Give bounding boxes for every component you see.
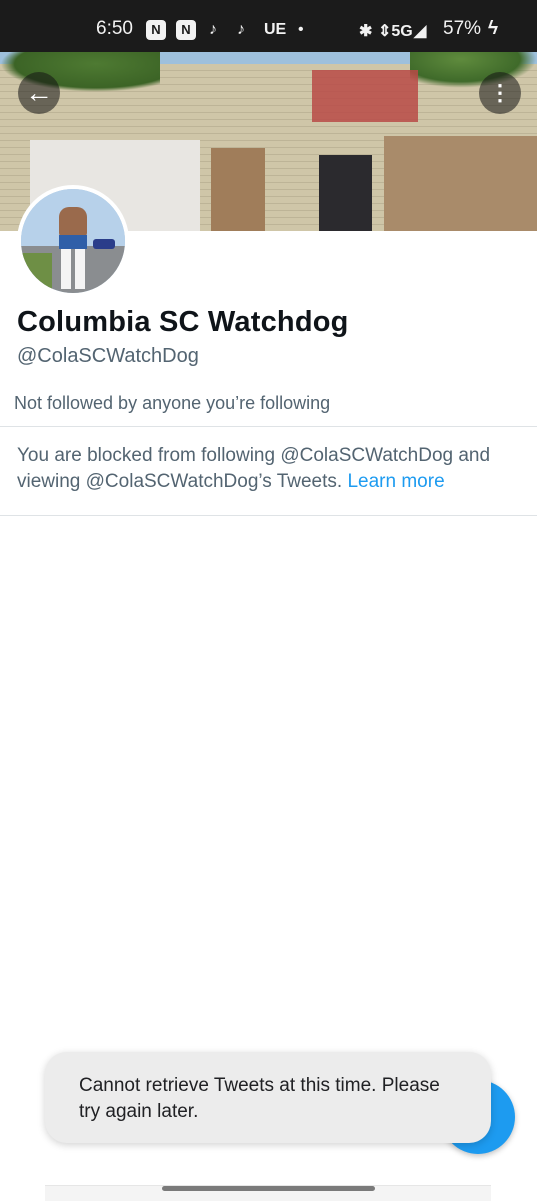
signal-icon: ◢	[414, 23, 427, 40]
avatar-person-legs	[61, 249, 85, 289]
learn-more-link[interactable]: Learn more	[347, 471, 444, 492]
banner-plywood-boards	[384, 136, 537, 231]
notification-app-icon: N	[146, 20, 166, 40]
more-options-button[interactable]: ⋮	[479, 72, 521, 114]
tiktok-icon: ♪	[237, 21, 245, 38]
toast-message: Cannot retrieve Tweets at this time. Ple…	[79, 1075, 440, 1122]
avatar-person-shorts	[59, 235, 87, 249]
back-button[interactable]: ←	[18, 72, 60, 114]
status-bar: 6:50 N N ♪ ♪ UE • ✱ ⇕5G ◢ 57% ϟ	[0, 0, 537, 52]
network-5g-label: ⇕5G	[378, 23, 413, 40]
profile-handle: @ColaSCWatchDog	[17, 345, 199, 367]
banner-boarded-door	[211, 148, 265, 231]
clock-time: 6:50	[96, 18, 133, 39]
followers-you-know: Not followed by anyone you’re following	[14, 393, 331, 413]
notification-app-icon: N	[176, 20, 196, 40]
avatar-car	[93, 239, 115, 249]
avatar[interactable]	[17, 185, 129, 297]
divider	[0, 426, 537, 427]
divider	[0, 515, 537, 516]
avatar-person	[59, 207, 87, 237]
error-toast: Cannot retrieve Tweets at this time. Ple…	[45, 1052, 491, 1143]
back-arrow-icon: ←	[25, 77, 53, 108]
charging-icon: ϟ	[488, 18, 499, 39]
blocked-notice: You are blocked from following @ColaSCWa…	[17, 443, 517, 495]
more-vertical-icon: ⋮	[489, 80, 511, 105]
banner-painted-sign	[312, 70, 418, 122]
battery-percent: 57%	[443, 18, 482, 39]
banner-dark-door	[319, 155, 372, 231]
profile-display-name: Columbia SC Watchdog	[17, 306, 349, 338]
avatar-grass	[21, 253, 53, 293]
home-indicator[interactable]	[162, 1186, 375, 1191]
uber-eats-icon: UE	[264, 21, 287, 38]
more-notifications-dot: •	[298, 21, 304, 38]
tiktok-icon: ♪	[209, 21, 217, 38]
bluetooth-icon: ✱	[359, 23, 373, 40]
